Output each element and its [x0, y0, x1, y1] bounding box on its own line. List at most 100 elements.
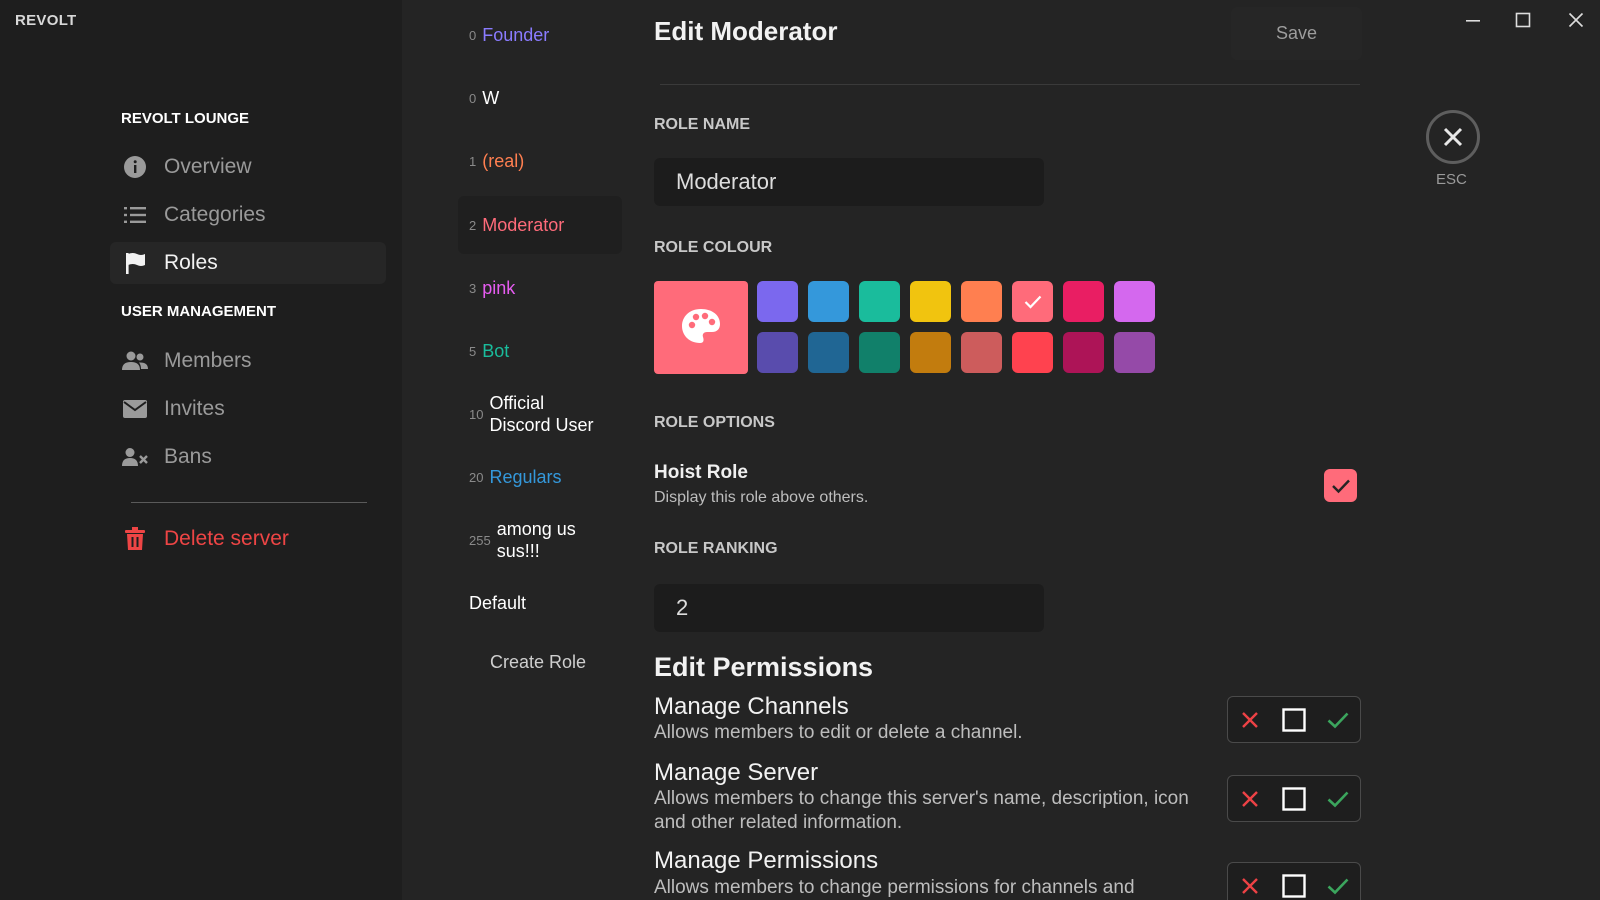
checkmark-icon [1331, 479, 1350, 493]
sidebar-divider [131, 502, 367, 503]
close-settings-button[interactable] [1426, 110, 1480, 164]
sidebar-item-label: Invites [164, 397, 225, 420]
role-name: Moderator [482, 215, 565, 235]
role-item-regulars[interactable]: 20 Regulars [458, 448, 622, 506]
colour-swatch[interactable] [808, 332, 849, 373]
x-icon [1242, 790, 1258, 807]
permission-description: Allows members to edit or delete a chann… [654, 722, 1023, 743]
close-window-button[interactable] [1556, 6, 1596, 34]
role-item-founder[interactable]: 0 Founder [458, 6, 622, 64]
role-item-moderator[interactable]: 2 Moderator [458, 196, 622, 254]
sidebar-item-bans[interactable]: Bans [110, 436, 386, 478]
role-rank: 5 [469, 343, 477, 359]
delete-server-button[interactable]: Delete server [110, 518, 386, 560]
role-rank: 255 [469, 532, 491, 548]
create-role-button[interactable]: Create Role [490, 652, 586, 673]
colour-swatch[interactable] [808, 281, 849, 322]
neutral-option[interactable] [1276, 868, 1312, 900]
allow-option[interactable] [1320, 868, 1356, 900]
app-logo: REVOLT [15, 12, 77, 29]
colour-swatch[interactable] [1114, 332, 1155, 373]
deny-option[interactable] [1232, 702, 1268, 738]
sidebar-item-invites[interactable]: Invites [110, 388, 386, 430]
role-ranking-input[interactable]: 2 [654, 584, 1044, 632]
sidebar-item-roles[interactable]: Roles [110, 242, 386, 284]
sidebar-item-members[interactable]: Members [110, 340, 386, 382]
manage-server-toggle [1227, 775, 1361, 822]
role-item-default[interactable]: Default [458, 574, 622, 632]
role-rank: 1 [469, 153, 477, 169]
role-options-label: ROLE OPTIONS [654, 414, 775, 431]
role-name: Regulars [489, 467, 562, 487]
colour-swatch[interactable] [859, 332, 900, 373]
role-name-label: ROLE NAME [654, 116, 750, 133]
roles-list: 0 Founder 0 W 1 (real) 2 Moderator 3 pin… [402, 0, 632, 900]
neutral-option[interactable] [1276, 781, 1312, 817]
sidebar-item-overview[interactable]: Overview [110, 146, 386, 188]
role-item-w[interactable]: 0 W [458, 69, 622, 127]
page-title: Edit Moderator [654, 16, 838, 46]
role-name: Official Discord User [489, 393, 594, 435]
permission-title: Manage Permissions [654, 847, 879, 874]
minimize-button[interactable] [1453, 6, 1493, 34]
deny-option[interactable] [1232, 781, 1268, 817]
role-name: W [482, 88, 500, 108]
sidebar-item-label: Bans [164, 445, 212, 468]
colour-swatch[interactable] [757, 281, 798, 322]
server-section-title: REVOLT LOUNGE [121, 110, 250, 127]
role-name: (real) [482, 151, 525, 171]
info-icon [122, 154, 148, 180]
palette-icon [681, 308, 721, 348]
role-item-pink[interactable]: 3 pink [458, 259, 622, 317]
sidebar-item-label: Roles [164, 251, 218, 274]
hoist-role-description: Display this role above others. [654, 489, 869, 506]
list-icon [122, 202, 148, 228]
custom-colour-button[interactable] [654, 281, 748, 374]
role-item-bot[interactable]: 5 Bot [458, 322, 622, 380]
role-rank: 2 [469, 217, 477, 233]
checkmark-icon [1024, 295, 1041, 309]
role-rank: 20 [469, 469, 484, 485]
colour-swatch[interactable] [961, 332, 1002, 373]
save-button[interactable]: Save [1231, 7, 1362, 60]
square-icon [1282, 786, 1306, 811]
hoist-role-checkbox[interactable] [1324, 469, 1357, 502]
role-rank: 0 [469, 90, 477, 106]
colour-swatch[interactable] [910, 332, 951, 373]
colour-swatch[interactable] [1012, 332, 1053, 373]
colour-swatch[interactable] [910, 281, 951, 322]
role-rank: 10 [469, 406, 484, 422]
colour-swatch[interactable] [1012, 281, 1053, 322]
close-window-icon [1568, 12, 1584, 28]
minimize-icon [1466, 20, 1480, 22]
check-icon [1327, 791, 1349, 807]
colour-swatch[interactable] [1063, 332, 1104, 373]
allow-option[interactable] [1320, 781, 1356, 817]
role-item-official-discord-user[interactable]: 10 Official Discord User [458, 385, 622, 443]
role-name: Default [469, 593, 527, 613]
check-icon [1327, 878, 1349, 894]
square-icon [1282, 707, 1306, 732]
role-name-input[interactable]: Moderator [654, 158, 1044, 206]
manage-permissions-toggle [1227, 862, 1361, 900]
allow-option[interactable] [1320, 702, 1356, 738]
colour-swatch[interactable] [1114, 281, 1155, 322]
neutral-option[interactable] [1276, 702, 1312, 738]
envelope-icon [122, 396, 148, 422]
flag-icon [122, 250, 148, 276]
role-item-real[interactable]: 1 (real) [458, 132, 622, 190]
maximize-button[interactable] [1503, 6, 1543, 34]
colour-swatch[interactable] [1063, 281, 1104, 322]
colour-swatch[interactable] [757, 332, 798, 373]
deny-option[interactable] [1232, 868, 1268, 900]
manage-channels-toggle [1227, 696, 1361, 743]
sidebar-item-categories[interactable]: Categories [110, 194, 386, 236]
role-item-among-us-sus[interactable]: 255 among us sus!!! [458, 511, 622, 569]
permission-description: Allows members to change permissions for… [654, 877, 1135, 898]
permission-title: Manage Channels [654, 693, 849, 720]
colour-swatch[interactable] [961, 281, 1002, 322]
colour-swatch[interactable] [859, 281, 900, 322]
role-rank: 3 [469, 280, 477, 296]
role-editor: Edit Moderator Save ROLE NAME Moderator … [654, 0, 1362, 900]
maximize-icon [1515, 12, 1531, 28]
